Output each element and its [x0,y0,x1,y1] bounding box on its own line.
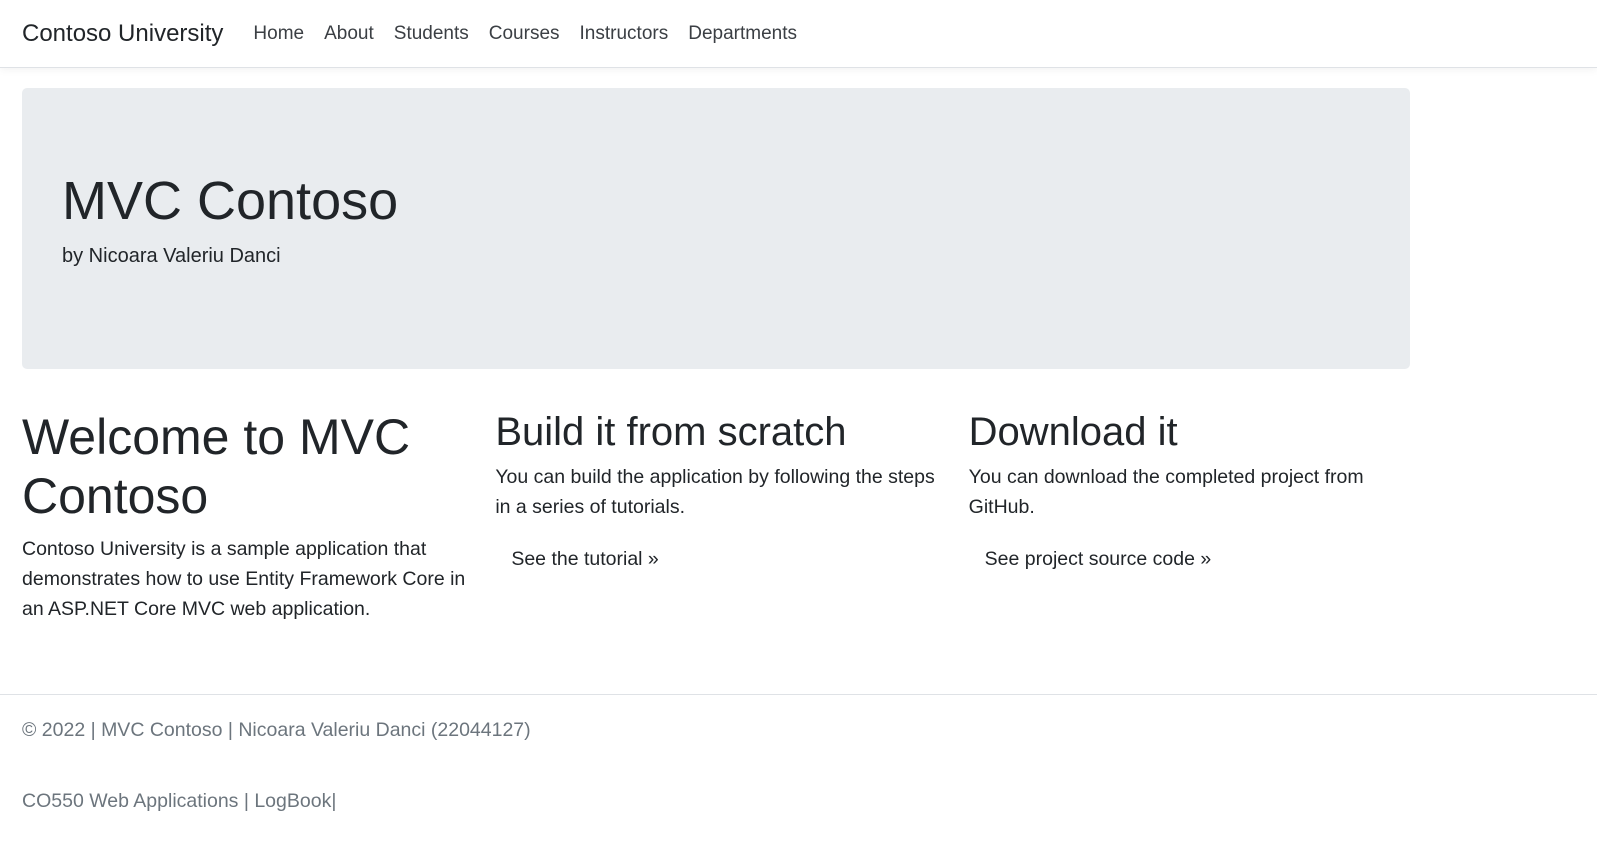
footer-course-info: CO550 Web Applications | LogBook| [22,790,337,813]
nav-departments-link[interactable]: Departments [678,16,807,51]
build-title: Build it from scratch [495,410,847,454]
jumbotron-title: MVC Contoso [62,171,399,231]
download-title: Download it [968,410,1178,454]
navbar: Contoso University Home About Students C… [0,0,1597,68]
welcome-column: Welcome to MVC Contoso Contoso Universit… [22,408,495,625]
nav-courses-link[interactable]: Courses [479,16,570,51]
nav-about-link[interactable]: About [314,16,384,51]
footer-copyright: © 2022 | MVC Contoso | Nicoara Valeriu D… [22,719,531,741]
jumbotron-subtitle: by Nicoara Valeriu Danci [62,245,281,268]
source-code-link[interactable]: See project source code » [969,542,1228,577]
jumbotron: MVC Contoso by Nicoara Valeriu Danci [22,88,1410,369]
welcome-title: Welcome to MVC Contoso [22,409,411,524]
build-column: Build it from scratch You can build the … [495,408,968,625]
download-text: You can download the completed project f… [968,466,1364,519]
tutorial-link[interactable]: See the tutorial » [495,542,674,577]
nav-home-link[interactable]: Home [243,16,314,51]
welcome-text: Contoso University is a sample applicati… [22,538,466,621]
brand-link[interactable]: Contoso University [22,21,223,46]
build-text: You can build the application by followi… [495,466,935,519]
nav-students-link[interactable]: Students [384,16,479,51]
nav-menu: Home About Students Courses Instructors … [243,16,807,51]
download-column: Download it You can download the complet… [969,408,1442,625]
footer: © 2022 | MVC Contoso | Nicoara Valeriu D… [0,694,1597,816]
content-columns: Welcome to MVC Contoso Contoso Universit… [22,408,1442,625]
nav-instructors-link[interactable]: Instructors [570,16,679,51]
